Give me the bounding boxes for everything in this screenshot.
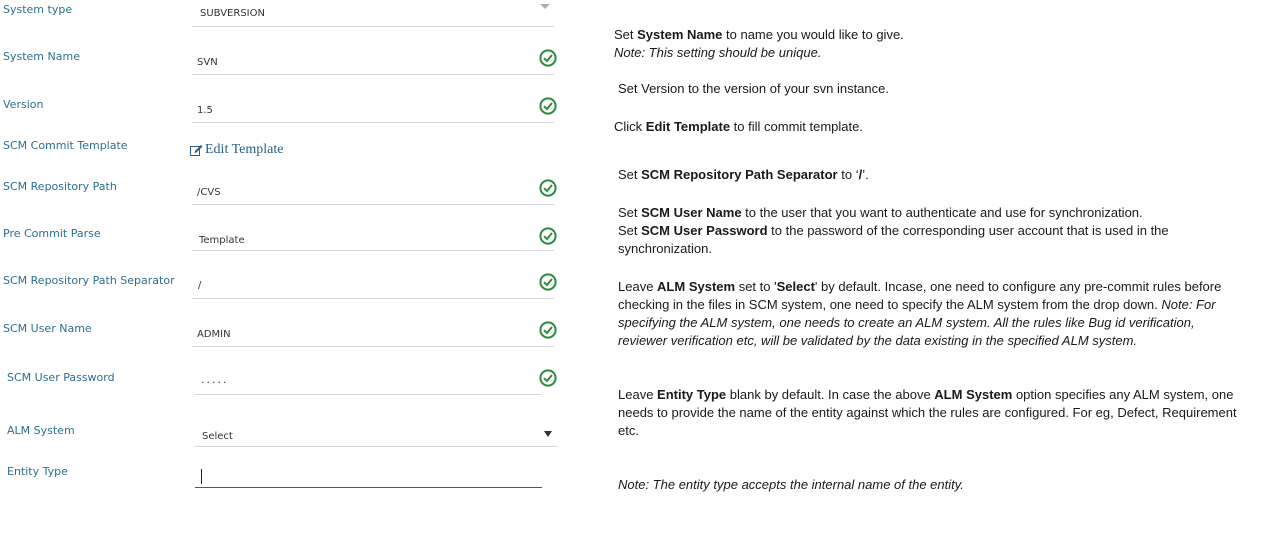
scm-repository-path-label: SCM Repository Path [3, 180, 117, 193]
scm-user-name-label: SCM User Name [3, 322, 92, 335]
help-entity-type: Leave Entity Type blank by default. In c… [618, 387, 1237, 438]
system-name-input[interactable]: SVN [197, 57, 218, 68]
system-type-label: System type [3, 3, 73, 16]
check-circle-icon [539, 369, 557, 387]
system-name-label: System Name [3, 50, 80, 63]
entity-type-label: Entity Type [7, 465, 68, 478]
check-circle-icon [539, 179, 557, 197]
help-entity-type-note: Note: The entity type accepts the intern… [618, 477, 964, 492]
help-alm-system: Leave ALM System set to 'Select' by defa… [618, 279, 1222, 348]
scm-repository-path-separator-input[interactable]: / [198, 280, 201, 291]
help-version: Set Version to the version of your svn i… [618, 81, 889, 96]
edit-template-link[interactable]: Edit Template [190, 142, 283, 158]
scm-repository-path-separator-underline [192, 298, 554, 299]
scm-repository-path-separator-label: SCM Repository Path Separator [3, 274, 175, 287]
check-circle-icon [539, 273, 557, 291]
check-circle-icon [539, 49, 557, 67]
system-type-select[interactable]: SUBVERSION [200, 8, 265, 19]
system-type-underline [192, 26, 554, 27]
edit-icon [190, 145, 203, 156]
text-cursor [201, 469, 202, 484]
check-circle-icon [539, 97, 557, 115]
version-label: Version [3, 98, 44, 111]
system-name-underline [192, 74, 554, 75]
pre-commit-parse-input[interactable]: Template [199, 235, 245, 246]
caret-down-icon[interactable] [540, 4, 550, 10]
help-edit-template: Click Edit Template to fill commit templ… [614, 119, 863, 134]
scm-commit-template-label: SCM Commit Template [3, 139, 128, 152]
pre-commit-parse-label: Pre Commit Parse [3, 227, 101, 240]
check-circle-icon [539, 227, 557, 245]
scm-user-password-underline [195, 394, 541, 395]
scm-repository-path-input[interactable]: /CVS [197, 187, 221, 198]
edit-template-label: Edit Template [205, 142, 284, 157]
scm-user-password-label: SCM User Password [7, 371, 115, 384]
version-underline [192, 122, 554, 123]
scm-user-password-input[interactable]: ..... [201, 373, 228, 386]
entity-type-focus-underline [195, 487, 542, 488]
version-input[interactable]: 1.5 [197, 105, 213, 116]
scm-repository-path-underline [192, 204, 554, 205]
pre-commit-parse-underline [192, 250, 554, 251]
help-path-separator: Set SCM Repository Path Separator to ‘/’… [618, 167, 869, 182]
alm-system-label: ALM System [7, 424, 75, 437]
scm-user-name-input[interactable]: ADMIN [197, 329, 231, 340]
alm-system-select[interactable]: Select [202, 431, 233, 442]
help-scm-user: Set SCM User Name to the user that you w… [618, 205, 1169, 256]
caret-down-icon[interactable] [544, 431, 552, 438]
alm-system-underline [195, 446, 557, 447]
scm-user-name-underline [192, 346, 554, 347]
check-circle-icon [539, 321, 557, 339]
help-system-name: Set System Name to name you would like t… [614, 27, 904, 60]
